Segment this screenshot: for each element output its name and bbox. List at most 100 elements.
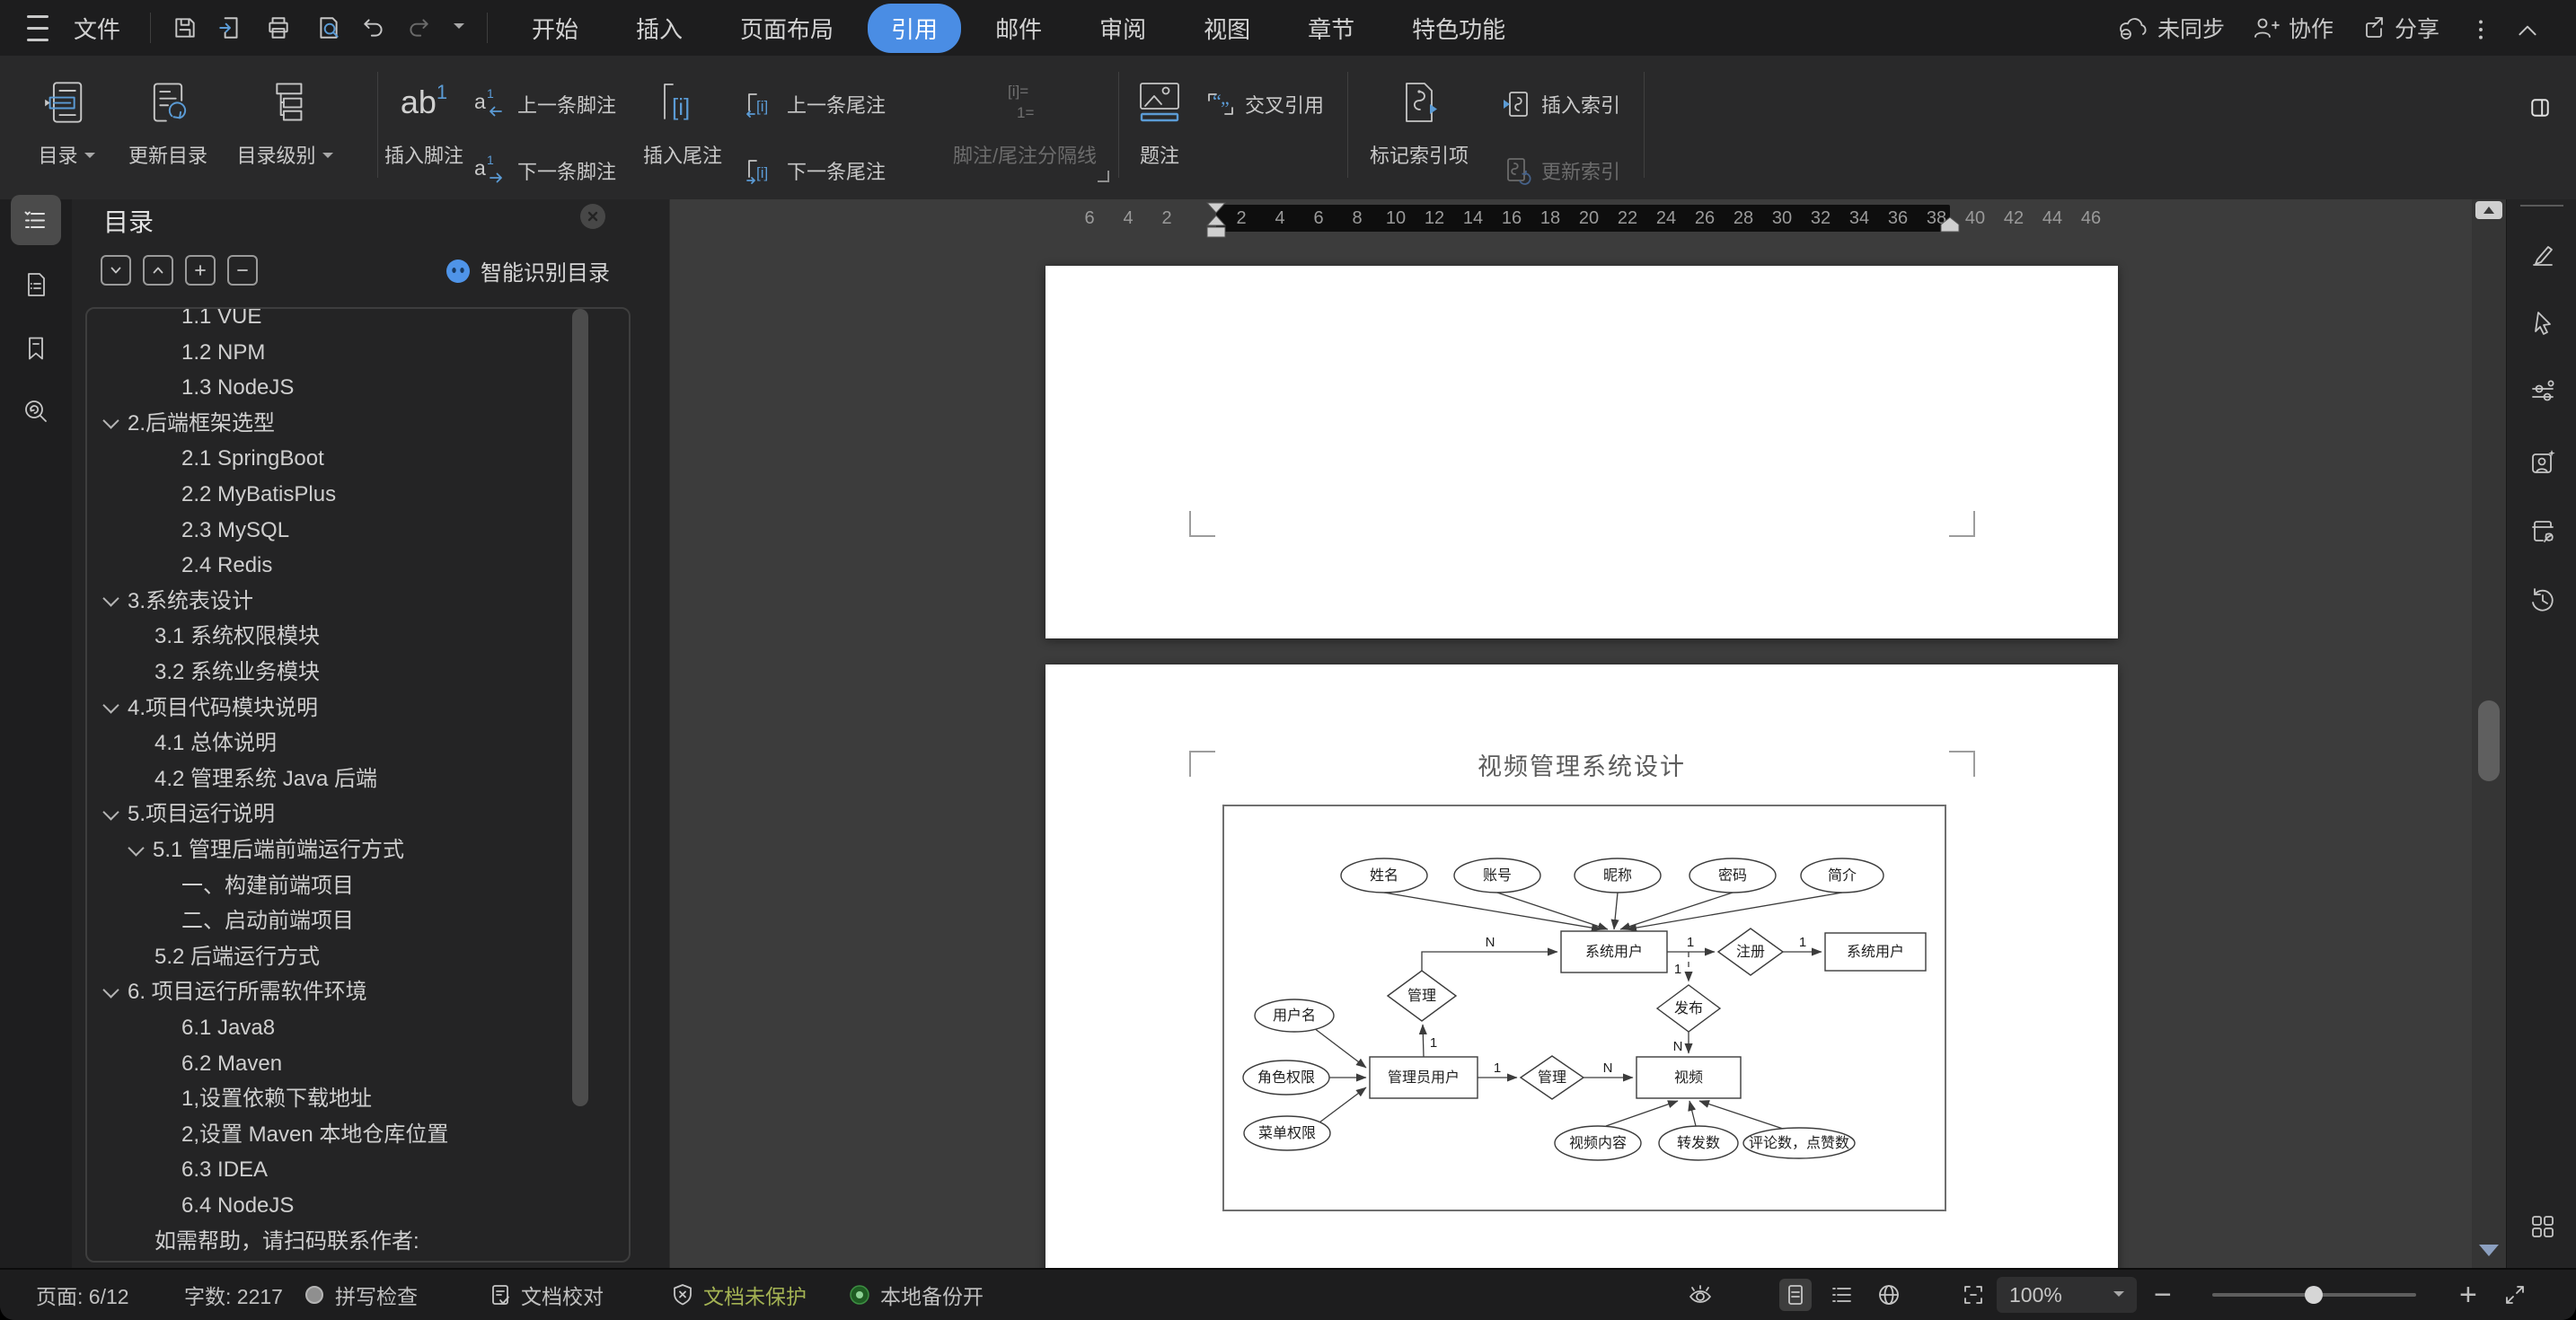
toc-item[interactable]: 4.2 管理系统 Java 后端 (154, 765, 377, 794)
toc-item[interactable]: 5.项目运行说明 (102, 800, 275, 829)
save-icon[interactable] (172, 15, 198, 40)
menu-tab-9[interactable]: 特色功能 (1389, 4, 1529, 53)
chevron-down-icon[interactable] (102, 590, 119, 607)
toc-item[interactable]: 2,设置 Maven 本地仓库位置 (181, 1121, 448, 1149)
insert-index-button[interactable]: 插入索引 (1502, 90, 1620, 119)
document-page-2[interactable]: 视频管理系统设计 姓名 账号 昵称 密码 简介 系统用户 注册 系统用户 管理 … (1045, 664, 2118, 1270)
undo-history-caret-icon[interactable] (454, 0, 464, 56)
web-view-button[interactable] (1873, 1279, 1905, 1311)
toc-button[interactable]: 目录 (20, 63, 113, 190)
document-page-1[interactable] (1045, 266, 2118, 638)
close-panel-button[interactable] (580, 204, 605, 229)
bookmark-button[interactable] (11, 323, 61, 374)
toc-item[interactable]: 6.3 IDEA (181, 1156, 268, 1184)
toc-item[interactable]: 5.2 后端运行方式 (154, 943, 320, 972)
dialog-launcher-icon[interactable] (1098, 171, 1109, 182)
outline-view-button[interactable] (1826, 1279, 1858, 1311)
page-view-button[interactable] (1779, 1279, 1812, 1311)
chevron-down-icon[interactable] (102, 981, 119, 999)
document-canvas[interactable]: 6 4 2 2 4 6 8 10 12 14 16 18 20 22 24 26 28 30 32 34 36 38 40 4… (669, 199, 2473, 1270)
toc-item[interactable]: 2.2 MyBatisPlus (181, 480, 336, 509)
fit-page-button[interactable] (1957, 1279, 1989, 1311)
menu-tab-4[interactable]: 引用 (868, 3, 962, 53)
prev-footnote-button[interactable]: a1 上一条脚注 (474, 86, 616, 119)
app-grid-button[interactable] (2528, 1212, 2557, 1241)
chevron-down-icon[interactable] (102, 804, 119, 821)
toc-item[interactable]: 6.4 NodeJS (181, 1192, 294, 1220)
next-endnote-button[interactable]: [i] 下一条尾注 (744, 156, 886, 185)
zoom-in-button[interactable]: + (2459, 1270, 2477, 1320)
print-icon[interactable] (266, 15, 291, 40)
toc-item[interactable]: 1,设置依赖下载地址 (181, 1085, 372, 1113)
sync-button[interactable]: 未同步 (2118, 0, 2225, 56)
indent-marker-left-icon[interactable] (1206, 201, 1226, 239)
toc-item[interactable]: 4.1 总体说明 (154, 729, 277, 758)
menu-icon[interactable] (27, 0, 49, 56)
toc-item[interactable]: 1.2 NPM (181, 339, 265, 367)
toc-item[interactable]: 1.3 NodeJS (181, 374, 294, 402)
smart-toc-button[interactable]: 智能识别目录 (445, 255, 610, 286)
menu-tab-2[interactable]: 插入 (613, 4, 706, 53)
toc-item[interactable]: 4.项目代码模块说明 (102, 694, 318, 723)
footnote-separator-button[interactable]: [i]= 1= 脚注/尾注分隔线 (930, 63, 1120, 190)
menu-tab-5[interactable]: 邮件 (972, 4, 1065, 53)
prev-endnote-button[interactable]: [i] 上一条尾注 (744, 90, 886, 119)
share-button[interactable]: 分享 (2360, 0, 2439, 56)
panel-scrollbar[interactable] (572, 309, 588, 1106)
zoom-slider-thumb[interactable] (2305, 1286, 2323, 1304)
scroll-up-button[interactable] (2475, 201, 2502, 219)
demote-button[interactable] (227, 255, 258, 286)
scroll-down-icon[interactable] (2479, 1245, 2499, 1266)
toc-panel-button[interactable] (11, 195, 61, 245)
caption-button[interactable]: 题注 (1121, 63, 1198, 190)
backup-status[interactable]: 本地备份开 (848, 1270, 984, 1320)
redo-icon[interactable] (406, 15, 431, 40)
zoom-level-select[interactable]: 100% (1997, 1277, 2137, 1313)
collapse-all-button[interactable] (143, 255, 173, 286)
select-tool-button[interactable] (2528, 309, 2557, 338)
scrollbar-thumb[interactable] (2478, 700, 2500, 781)
resource-store-panel-button[interactable] (2528, 516, 2557, 545)
mark-index-button[interactable]: 标记索引项 (1358, 63, 1480, 190)
menu-tab-3[interactable]: 页面布局 (717, 4, 857, 53)
menu-tab-6[interactable]: 审阅 (1076, 4, 1169, 53)
chevron-down-icon[interactable] (102, 697, 119, 714)
promote-button[interactable] (185, 255, 216, 286)
collaborate-button[interactable]: 协作 (2253, 0, 2333, 56)
fullscreen-button[interactable] (2499, 1279, 2531, 1311)
chevron-down-icon[interactable] (102, 412, 119, 429)
toc-item[interactable]: 5.1 管理后端前端运行方式 (128, 836, 404, 865)
toc-item[interactable]: 一、构建前端项目 (181, 872, 354, 901)
history-panel-button[interactable] (2528, 585, 2557, 614)
cross-reference-button[interactable]: “” 交叉引用 (1205, 90, 1324, 119)
file-menu[interactable]: 文件 (74, 0, 120, 56)
toc-item[interactable]: 3.系统表设计 (102, 587, 253, 616)
undo-icon[interactable] (361, 15, 386, 40)
collapse-ribbon-icon[interactable] (2515, 18, 2540, 43)
toc-item[interactable]: 2.4 Redis (181, 551, 272, 580)
toc-item[interactable]: 3.1 系统权限模块 (154, 622, 320, 651)
insert-endnote-button[interactable]: [i] 插入尾注 (640, 63, 726, 190)
proofread-status[interactable]: 文档校对 (489, 1270, 604, 1320)
chevron-down-icon[interactable] (128, 839, 145, 857)
print-preview-icon[interactable] (316, 15, 341, 40)
update-toc-button[interactable]: 更新目录 (119, 63, 217, 190)
document-outline-button[interactable] (11, 260, 61, 310)
word-count[interactable]: 字数: 2217 (184, 1270, 283, 1320)
find-replace-button[interactable] (11, 386, 61, 436)
spellcheck-status[interactable]: 拼写检查 (303, 1270, 418, 1320)
toc-item[interactable]: 2.后端框架选型 (102, 409, 275, 438)
page-indicator[interactable]: 页面: 6/12 (36, 1270, 129, 1320)
toc-item[interactable]: 2.3 MySQL (181, 516, 289, 545)
settings-panel-button[interactable] (2528, 378, 2557, 407)
toc-item[interactable]: 二、启动前端项目 (181, 907, 354, 936)
next-footnote-button[interactable]: a1 下一条脚注 (474, 153, 616, 185)
eye-protect-button[interactable] (1684, 1279, 1716, 1311)
indent-marker-right-icon[interactable] (1940, 216, 1960, 233)
update-index-button[interactable]: 更新索引 (1502, 156, 1620, 185)
menu-tab-8[interactable]: 章节 (1284, 4, 1378, 53)
toc-item[interactable]: 如需帮助，请扫码联系作者: (154, 1228, 419, 1256)
toc-item[interactable]: 6. 项目运行所需软件环境 (102, 978, 367, 1007)
task-pane-toggle-icon[interactable] (2529, 97, 2551, 119)
toc-item[interactable]: 2.1 SpringBoot (181, 444, 324, 473)
